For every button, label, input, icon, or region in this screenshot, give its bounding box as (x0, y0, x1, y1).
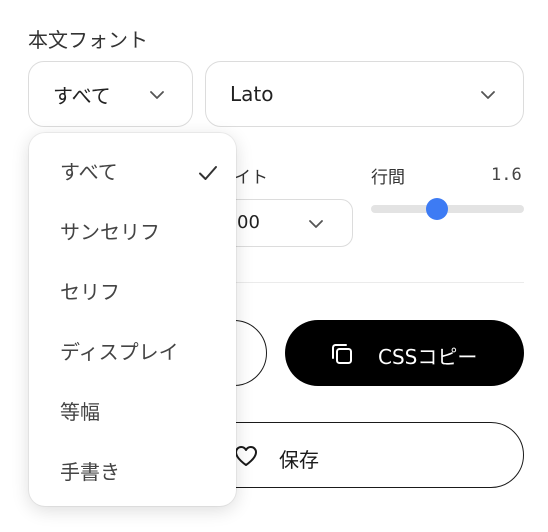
section-divider (236, 282, 524, 283)
dropdown-item-label: サンセリフ (60, 219, 160, 244)
dropdown-item-label: ディスプレイ (60, 339, 179, 364)
dropdown-item-display[interactable]: ディスプレイ (29, 320, 236, 380)
save-label: 保存 (279, 448, 319, 472)
line-height-value: 1.6 (491, 165, 522, 185)
font-weight-value: 00 (237, 212, 260, 233)
line-height-slider-thumb[interactable] (425, 198, 448, 220)
font-family-value: Lato (230, 82, 274, 106)
copy-css-button[interactable]: CSSコピー (285, 320, 524, 386)
chevron-down-icon (481, 91, 495, 99)
font-weight-label: イト (234, 168, 268, 188)
copy-css-label: CSSコピー (378, 345, 478, 369)
font-category-value: すべて (53, 83, 111, 108)
body-font-label: 本文フォント (28, 28, 148, 52)
dropdown-item-label: すべて (60, 159, 118, 184)
font-category-select[interactable]: すべて (28, 61, 193, 127)
dropdown-item-serif[interactable]: セリフ (29, 260, 236, 320)
font-category-dropdown: すべて サンセリフ セリフ ディスプレイ 等幅 手書き (29, 133, 236, 506)
check-icon (198, 162, 218, 186)
line-height-label: 行間 (371, 168, 405, 188)
dropdown-item-label: 手書き (60, 459, 120, 484)
font-family-select[interactable]: Lato (205, 61, 524, 127)
dropdown-item-all[interactable]: すべて (29, 140, 236, 200)
chevron-down-icon (150, 91, 164, 99)
dropdown-item-label: 等幅 (60, 399, 100, 424)
copy-icon (330, 342, 354, 371)
heart-icon (234, 445, 258, 472)
dropdown-item-label: セリフ (60, 279, 120, 304)
dropdown-item-monospace[interactable]: 等幅 (29, 380, 236, 440)
dropdown-item-sans-serif[interactable]: サンセリフ (29, 200, 236, 260)
chevron-down-icon (309, 220, 323, 228)
dropdown-item-handwriting[interactable]: 手書き (29, 440, 236, 500)
